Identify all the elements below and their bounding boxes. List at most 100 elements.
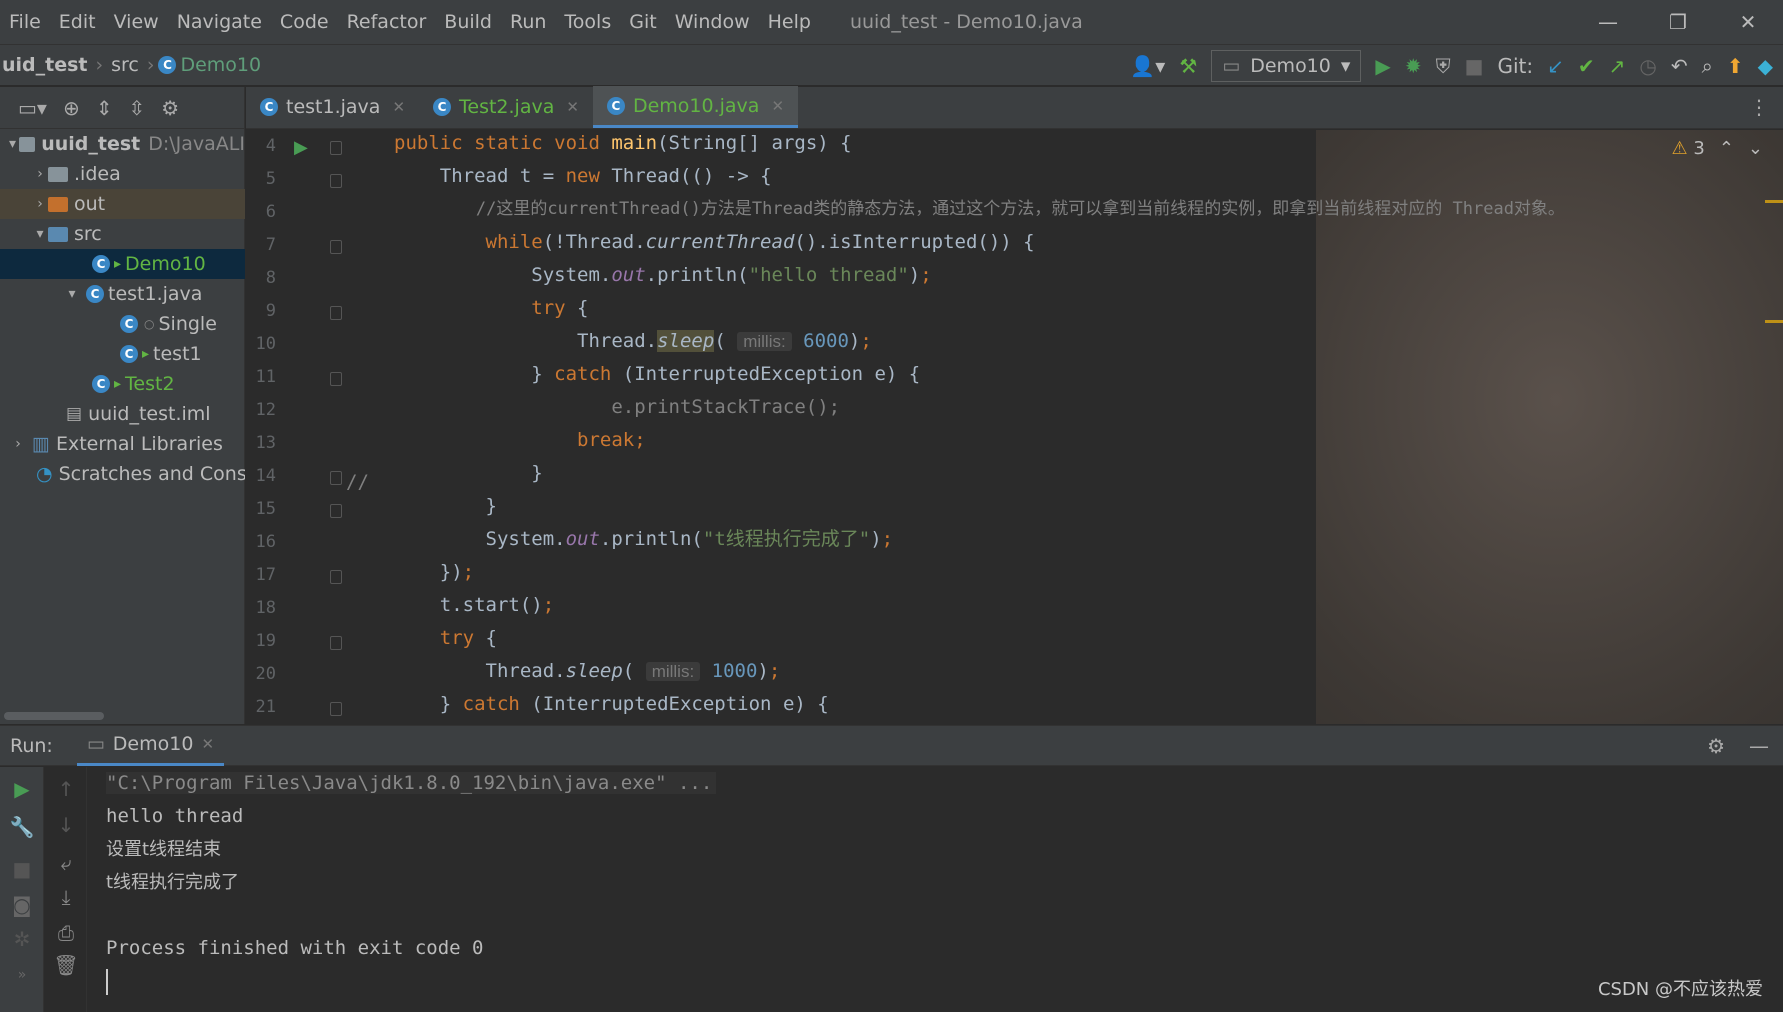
folder-icon (48, 196, 68, 212)
fold-icon[interactable] (330, 240, 342, 254)
tree-item-project[interactable]: ▾ uuid_test D:\JavaALI (0, 129, 245, 159)
chevron-down-icon[interactable]: ⌄ (1748, 138, 1763, 159)
scrollbar-marker (1765, 320, 1783, 323)
close-icon[interactable]: ✕ (201, 735, 214, 753)
code-comment: //这里的currentThread()方法是Thread类的静态方法，通过这个… (475, 199, 1565, 219)
breadcrumb-file[interactable]: Demo10 (176, 54, 265, 76)
tree-item-test1[interactable]: C ▸ test1 (0, 339, 245, 369)
fold-icon[interactable] (330, 141, 342, 155)
wrench-icon[interactable]: 🔧 (0, 815, 44, 839)
expand-all-icon[interactable]: ⇕ (96, 96, 113, 120)
rollback-icon[interactable]: ↶ (1671, 54, 1688, 78)
menu-git[interactable]: Git (620, 11, 665, 33)
menu-edit[interactable]: Edit (50, 11, 105, 33)
print-icon[interactable]: ⎙ (44, 921, 88, 945)
locate-icon[interactable]: ⊕ (63, 96, 80, 120)
scroll-to-end-icon[interactable]: ⤓ (44, 885, 88, 909)
tree-item-iml[interactable]: ▤ uuid_test.iml (0, 399, 245, 429)
chevron-up-icon[interactable]: ⌃ (1719, 138, 1734, 159)
fold-icon[interactable] (330, 174, 342, 188)
tree-item-src[interactable]: ▾ src (0, 219, 245, 249)
fold-icon[interactable] (330, 702, 342, 716)
run-config-selector[interactable]: ▭ Demo10 ▾ (1211, 50, 1362, 82)
console-output[interactable]: "C:\Program Files\Java\jdk1.8.0_192\bin\… (106, 767, 717, 998)
tree-item-single[interactable]: C ○ Single (0, 309, 245, 339)
horizontal-scrollbar[interactable] (4, 712, 104, 720)
tab-test1-java[interactable]: C test1.java ✕ (246, 86, 419, 128)
arrow-down-icon[interactable]: ↓ (44, 813, 88, 837)
menu-view[interactable]: View (105, 11, 168, 33)
user-icon[interactable]: 👤▾ (1130, 54, 1165, 78)
line-number: 17 (255, 565, 276, 585)
fold-icon[interactable] (330, 471, 342, 485)
tree-item-idea[interactable]: › .idea (0, 159, 245, 189)
close-icon[interactable]: ✕ (392, 98, 405, 116)
rerun-icon[interactable]: ▶ (0, 777, 44, 801)
tree-item-scratches[interactable]: ◔ Scratches and Conso (0, 459, 245, 489)
run-icon[interactable]: ▶ (1375, 54, 1390, 78)
settings-icon[interactable]: ✲ (0, 927, 44, 951)
history-icon[interactable]: ◷ (1639, 54, 1656, 78)
menu-navigate[interactable]: Navigate (168, 11, 271, 33)
line-number: 11 (255, 367, 276, 387)
menu-run[interactable]: Run (501, 11, 555, 33)
tree-item-out[interactable]: › out (0, 189, 245, 219)
close-icon[interactable]: ✕ (566, 98, 579, 116)
file-icon: ▤ (66, 404, 83, 424)
close-icon[interactable]: ✕ (1713, 0, 1783, 44)
soft-wrap-icon[interactable]: ⤶ (44, 851, 88, 875)
more-options-icon[interactable]: ⋮ (1749, 95, 1769, 119)
fold-icon[interactable] (330, 372, 342, 386)
tree-item-test2[interactable]: C ▸ Test2 (0, 369, 245, 399)
camera-icon[interactable]: ◙ (0, 893, 44, 917)
toolbox-icon[interactable]: ◆ (1758, 54, 1773, 78)
collapse-all-icon[interactable]: ⇳ (128, 96, 145, 120)
line-number: 20 (255, 664, 276, 684)
menu-code[interactable]: Code (271, 11, 338, 33)
menu-refactor[interactable]: Refactor (338, 11, 436, 33)
debug-icon[interactable]: ✹ (1405, 54, 1422, 78)
fold-icon[interactable] (330, 570, 342, 584)
gear-icon[interactable]: ⚙ (161, 96, 179, 120)
breadcrumb-project[interactable]: uid_test (0, 54, 92, 76)
string-literal: "t线程执行完成了" (702, 528, 871, 550)
tree-item-demo10[interactable]: C ▸ Demo10 (0, 249, 245, 279)
menu-tools[interactable]: Tools (555, 11, 620, 33)
breadcrumb-separator-icon: › (95, 54, 104, 76)
breadcrumb-folder[interactable]: src (107, 54, 143, 76)
restore-icon[interactable]: ❐ (1643, 0, 1713, 44)
menu-help[interactable]: Help (759, 11, 820, 33)
git-push-icon[interactable]: ↗ (1609, 54, 1626, 78)
menu-build[interactable]: Build (435, 11, 501, 33)
menu-window[interactable]: Window (666, 11, 759, 33)
stop-icon[interactable]: ■ (1465, 54, 1484, 78)
stop-icon[interactable]: ■ (0, 857, 44, 881)
project-view-icon[interactable]: ▭▾ (18, 96, 47, 120)
gear-icon[interactable]: ⚙ (1707, 734, 1725, 758)
inspection-widget[interactable]: ⚠ 3 ⌃ ⌄ (1671, 138, 1763, 159)
close-icon[interactable]: ✕ (771, 97, 784, 115)
menu-file[interactable]: File (0, 11, 50, 33)
minimize-icon[interactable]: — (1573, 0, 1643, 44)
arrow-up-icon[interactable]: ↑ (44, 777, 88, 801)
tab-demo10-java[interactable]: C Demo10.java ✕ (592, 86, 799, 128)
git-update-icon[interactable]: ↙ (1547, 54, 1564, 78)
update-icon[interactable]: ⬆ (1727, 54, 1744, 78)
run-tab-demo10[interactable]: ▭ Demo10 ✕ (76, 726, 225, 766)
code-editor[interactable]: 4 5 6 7 8 9 10 11 12 13 14 15 16 17 18 1… (246, 130, 1783, 724)
more-icon[interactable]: » (0, 967, 44, 983)
fold-icon[interactable] (330, 504, 342, 518)
tree-item-external-libraries[interactable]: › ▥ External Libraries (0, 429, 245, 459)
trash-icon[interactable]: 🗑 (44, 953, 88, 977)
tab-test2-java[interactable]: C Test2.java ✕ (419, 86, 593, 128)
class-icon: C (120, 315, 138, 333)
fold-icon[interactable] (330, 636, 342, 650)
minimize-icon[interactable]: — (1749, 734, 1769, 758)
run-gutter-icon[interactable]: ▶ (294, 137, 308, 158)
build-hammer-icon[interactable]: ⚒ (1179, 54, 1197, 78)
tree-item-test1-java[interactable]: ▾ C test1.java (0, 279, 245, 309)
search-icon[interactable]: ⌕ (1702, 54, 1713, 78)
git-commit-icon[interactable]: ✔ (1578, 54, 1595, 78)
fold-icon[interactable] (330, 306, 342, 320)
coverage-icon[interactable]: ⛨ (1436, 54, 1451, 78)
